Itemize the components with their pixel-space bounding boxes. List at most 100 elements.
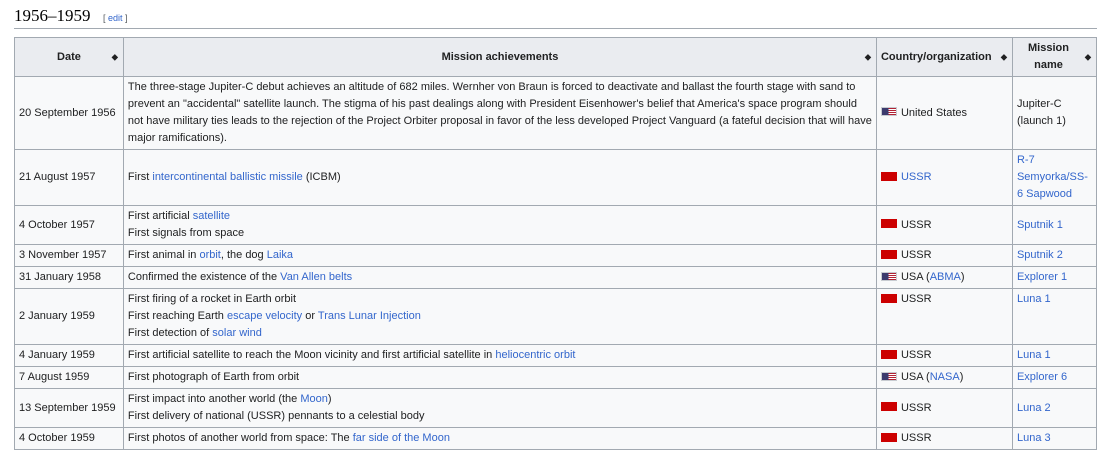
us-flag-icon	[880, 107, 897, 117]
mission-name-link[interactable]: Luna 2	[1017, 402, 1051, 414]
date-cell: 31 January 1958	[14, 266, 124, 289]
date-cell: 3 November 1957	[14, 244, 124, 267]
mission-name-link[interactable]: Explorer 6	[1017, 371, 1067, 383]
cell-text: First artificial satellite to reach the …	[127, 349, 496, 361]
cell-text: )	[327, 393, 332, 405]
achievement-line: First firing of a rocket in Earth orbit	[128, 291, 872, 308]
country-cell: USA (ABMA)	[875, 266, 1013, 289]
cell-text: (ICBM)	[302, 171, 341, 183]
sort-arrows-icon[interactable]: ◆	[1085, 49, 1091, 66]
column-header-date[interactable]: Date ◆	[14, 37, 124, 77]
cell-text: First detection of	[127, 327, 213, 339]
achievement-line: First photograph of Earth from orbit	[128, 369, 872, 386]
table-row: 7 August 1959 First photograph of Earth f…	[14, 366, 1098, 389]
mission-achievements-cell: First artificial satellite First signals …	[122, 205, 877, 245]
table-row: 31 January 1958 Confirmed the existence o…	[14, 266, 1098, 289]
cell-text: , the dog	[220, 249, 267, 261]
wiki-link[interactable]: satellite	[193, 210, 230, 222]
section-heading: 1956–1959 [ edit ]	[14, 6, 1097, 29]
wiki-link[interactable]: NASA	[930, 371, 960, 383]
table-body: 20 September 1956 The three-stage Jupiter…	[14, 76, 1098, 450]
wiki-link[interactable]: heliocentric orbit	[495, 349, 575, 361]
cell-text: USSR	[900, 401, 932, 414]
date-cell: 20 September 1956	[14, 76, 124, 150]
wiki-link[interactable]: Laika	[267, 249, 293, 261]
edit-section-link-wrapper: [ edit ]	[102, 13, 128, 23]
achievement-line: First photos of another world from space…	[128, 430, 872, 447]
mission-name-link[interactable]: Luna 3	[1017, 432, 1051, 444]
cell-text: USSR	[900, 349, 932, 361]
mission-name-cell: Explorer 6	[1011, 366, 1098, 389]
mission-name-cell: Sputnik 2	[1011, 244, 1098, 267]
cell-text: First delivery of national (USSR) pennan…	[127, 410, 425, 422]
space-milestones-table: Date ◆ Mission achievements ◆ Country/orga…	[14, 37, 1098, 450]
wiki-link[interactable]: Trans Lunar Injection	[318, 310, 421, 322]
wiki-link[interactable]: escape velocity	[227, 310, 302, 322]
mission-achievements-cell: The three-stage Jupiter-C debut achieves…	[122, 76, 877, 150]
cell-text: First reaching Earth	[127, 310, 227, 322]
achievement-line: First animal in orbit, the dog Laika	[128, 247, 872, 264]
column-header-mission[interactable]: Mission achievements ◆	[122, 37, 877, 77]
mission-name-link[interactable]: Luna 1	[1017, 349, 1051, 361]
country-cell: USSR	[875, 288, 1013, 345]
ussr-flag-icon	[880, 219, 897, 229]
date-cell: 13 September 1959	[14, 388, 124, 428]
sort-arrows-icon[interactable]: ◆	[1001, 49, 1007, 66]
date-cell: 4 October 1959	[14, 427, 124, 450]
section-title: 1956–1959	[14, 6, 91, 25]
cell-text: USSR	[900, 293, 932, 305]
table-row: 4 October 1959 First photos of another wo…	[14, 427, 1098, 450]
country-cell: USSR	[875, 388, 1013, 428]
ussr-flag-icon	[880, 349, 897, 359]
mission-name-link[interactable]: Sputnik 1	[1017, 219, 1063, 231]
mission-achievements-cell: First firing of a rocket in Earth orbit F…	[122, 288, 877, 345]
mission-name-cell: Jupiter-C (launch 1)	[1011, 76, 1098, 150]
wiki-link[interactable]: Moon	[300, 393, 328, 405]
cell-text: United States	[900, 106, 968, 119]
sort-arrows-icon[interactable]: ◆	[865, 49, 871, 66]
mission-name-link[interactable]: Explorer 1	[1017, 271, 1067, 283]
edit-link[interactable]: edit	[108, 13, 123, 23]
date-cell: 4 January 1959	[14, 344, 124, 367]
mission-achievements-cell: Confirmed the existence of the Van Allen…	[122, 266, 877, 289]
cell-text: USSR	[900, 218, 932, 231]
wiki-link[interactable]: orbit	[199, 249, 220, 261]
country-cell: USSR	[875, 244, 1013, 267]
country-cell: USSR	[875, 427, 1013, 450]
mission-name-cell: Luna 1	[1011, 344, 1098, 367]
mission-name-link[interactable]: Luna 1	[1017, 293, 1051, 305]
cell-text: USSR	[900, 432, 932, 444]
cell-text: The three-stage Jupiter-C debut achieves…	[127, 81, 872, 144]
mission-achievements-cell: First photos of another world from space…	[122, 427, 877, 450]
achievement-line: First impact into another world (the Moo…	[128, 391, 872, 408]
cell-text: USA (	[900, 371, 930, 383]
date-cell: 4 October 1957	[14, 205, 124, 245]
wiki-link[interactable]: solar wind	[212, 327, 262, 339]
column-header-mission-name[interactable]: Mission name ◆	[1011, 37, 1098, 77]
achievement-line: The three-stage Jupiter-C debut achieves…	[128, 79, 872, 147]
ussr-flag-icon	[880, 402, 897, 412]
achievement-line: First detection of solar wind	[128, 325, 872, 342]
mission-name-cell: Explorer 1	[1011, 266, 1098, 289]
country-cell: USSR	[875, 344, 1013, 367]
table-row: 4 October 1957 First artificial satellite…	[14, 205, 1098, 245]
table-row: 21 August 1957 First intercontinental bal…	[14, 149, 1098, 206]
sort-arrows-icon[interactable]: ◆	[112, 49, 118, 66]
wiki-link[interactable]: ABMA	[930, 271, 961, 283]
ussr-flag-icon	[880, 293, 897, 303]
column-header-country[interactable]: Country/organization ◆	[875, 37, 1013, 77]
wiki-link[interactable]: far side of the Moon	[353, 432, 450, 444]
wiki-link[interactable]: USSR	[901, 171, 932, 183]
cell-text: First signals from space	[127, 227, 245, 239]
wiki-link[interactable]: intercontinental ballistic missile	[152, 171, 302, 183]
achievement-line: First reaching Earth escape velocity or …	[128, 308, 872, 325]
mission-name-link[interactable]: Sputnik 2	[1017, 249, 1063, 261]
mission-name-link[interactable]: R-7 Semyorka/SS-6 Sapwood	[1017, 154, 1088, 200]
wiki-link[interactable]: Van Allen belts	[280, 271, 352, 283]
achievement-line: Confirmed the existence of the Van Allen…	[128, 269, 872, 286]
mission-name-cell: R-7 Semyorka/SS-6 Sapwood	[1011, 149, 1098, 206]
cell-text: USSR	[900, 249, 932, 261]
country-cell: USSR	[875, 149, 1013, 206]
achievement-line: First delivery of national (USSR) pennan…	[128, 408, 872, 425]
mission-achievements-cell: First photograph of Earth from orbit	[122, 366, 877, 389]
